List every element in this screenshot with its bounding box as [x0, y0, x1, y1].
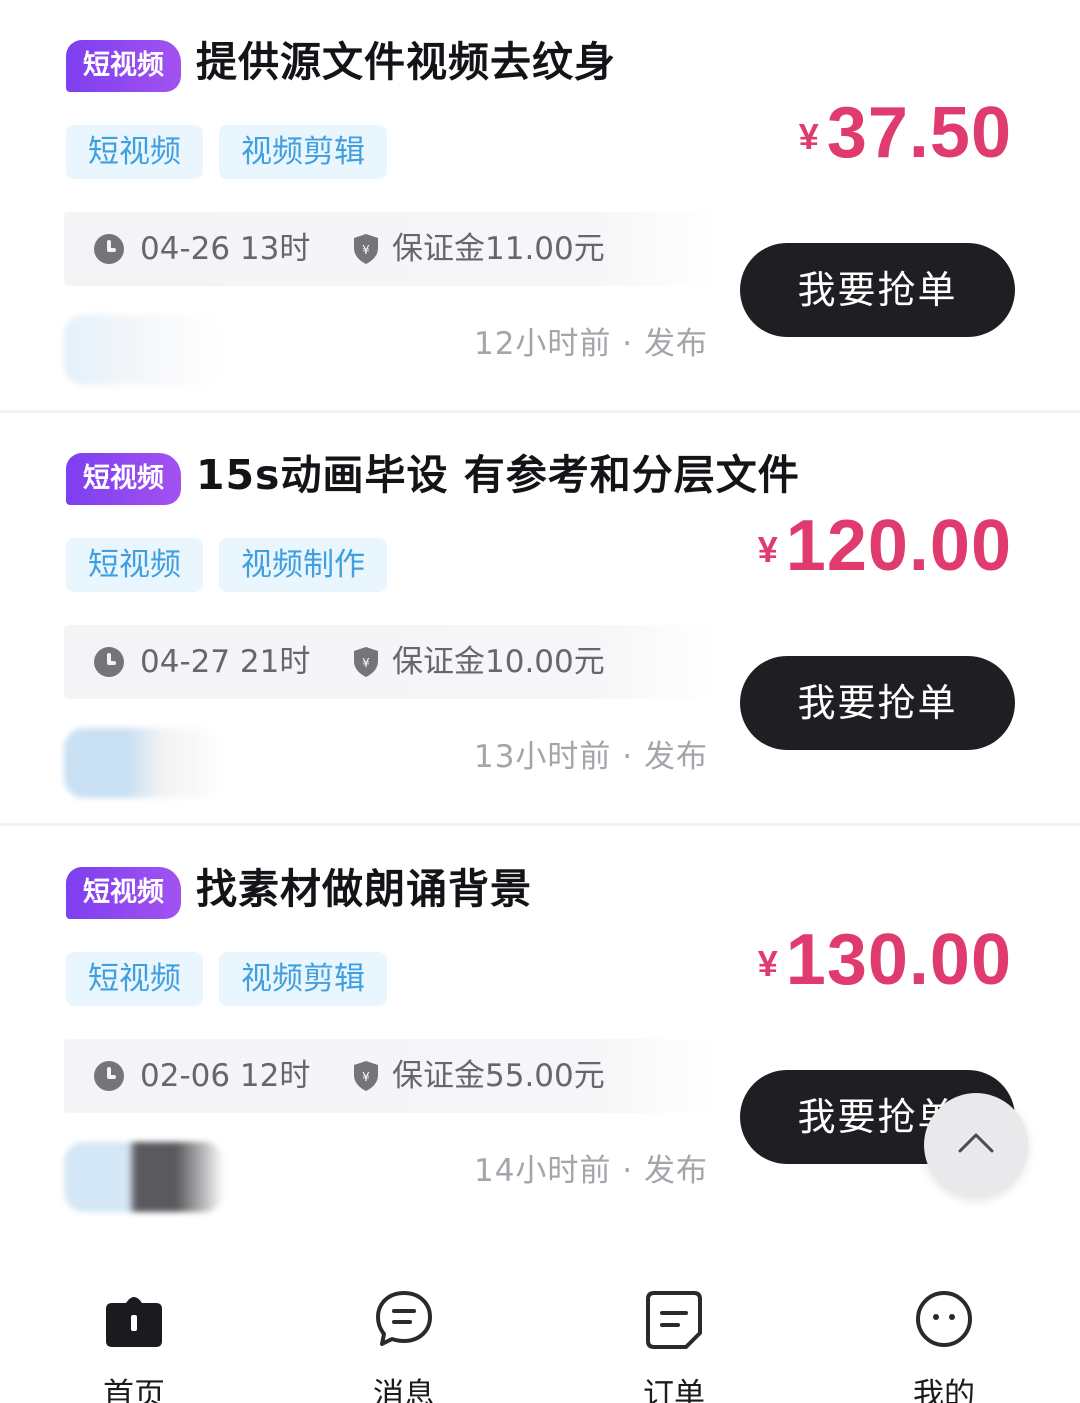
grab-order-button[interactable]: 我要抢单 [740, 656, 1015, 750]
clock-icon [94, 647, 124, 677]
tag: 视频剪辑 [219, 125, 387, 179]
price: ¥120.00 [758, 505, 1012, 587]
listing-title: 找素材做朗诵背景 [196, 865, 532, 913]
svg-text:¥: ¥ [362, 243, 370, 257]
deposit: 保证金10.00元 [392, 644, 605, 680]
tab-home[interactable]: 首页 [54, 1243, 214, 1403]
avatar [64, 315, 224, 385]
listing-title: 15s动画毕设 有参考和分层文件 [196, 451, 800, 499]
tab-label: 首页 [103, 1377, 165, 1403]
listing-title: 提供源文件视频去纹身 [196, 38, 616, 86]
tab-profile[interactable]: 我的 [864, 1243, 1024, 1403]
tab-label: 订单 [643, 1377, 705, 1403]
chevron-up-icon [958, 1133, 994, 1153]
currency-symbol: ¥ [757, 529, 778, 570]
tag: 短视频 [66, 952, 203, 1006]
scroll-to-top-button[interactable] [924, 1093, 1028, 1197]
tag: 短视频 [66, 538, 203, 592]
listing-info: 04-27 21时 ¥ 保证金10.00元 [64, 625, 719, 699]
profile-icon [916, 1291, 972, 1347]
tag: 视频制作 [219, 538, 387, 592]
divider [0, 823, 1080, 826]
deadline-time: 04-26 13时 [140, 231, 311, 267]
listing-card[interactable]: 短视频 提供源文件视频去纹身 短视频 视频剪辑 ¥37.50 04-26 13时… [0, 0, 1080, 413]
currency-symbol: ¥ [798, 116, 819, 157]
posted-time: 12小时前 · 发布 [473, 326, 708, 362]
price: ¥130.00 [758, 919, 1012, 1001]
tab-messages[interactable]: 消息 [324, 1243, 484, 1403]
price: ¥37.50 [799, 92, 1012, 174]
price-amount: 120.00 [785, 506, 1012, 586]
grab-order-button[interactable]: 我要抢单 [740, 243, 1015, 337]
deadline-time: 04-27 21时 [140, 644, 311, 680]
svg-text:¥: ¥ [362, 1070, 370, 1084]
listing-info: 04-26 13时 ¥ 保证金11.00元 [64, 212, 719, 286]
clock-icon [94, 1061, 124, 1091]
bottom-tab-bar: 首页 消息 订单 我的 [0, 1243, 1080, 1403]
category-badge: 短视频 [66, 40, 181, 92]
tag: 短视频 [66, 125, 203, 179]
listing-card[interactable]: 短视频 15s动画毕设 有参考和分层文件 短视频 视频制作 ¥120.00 04… [0, 413, 1080, 826]
svg-text:¥: ¥ [362, 656, 370, 670]
shield-icon: ¥ [354, 234, 378, 264]
shield-icon: ¥ [354, 647, 378, 677]
listing-info: 02-06 12时 ¥ 保证金55.00元 [64, 1039, 719, 1113]
home-icon [106, 1297, 162, 1347]
order-icon [646, 1291, 702, 1349]
tab-label: 我的 [913, 1377, 975, 1403]
tab-orders[interactable]: 订单 [594, 1243, 754, 1403]
clock-icon [94, 234, 124, 264]
tag: 视频剪辑 [219, 952, 387, 1006]
deposit: 保证金55.00元 [392, 1058, 605, 1094]
deposit: 保证金11.00元 [392, 231, 605, 267]
listing-card[interactable]: 短视频 找素材做朗诵背景 短视频 视频剪辑 ¥130.00 02-06 12时 … [0, 827, 1080, 1240]
price-amount: 130.00 [785, 920, 1012, 1000]
posted-time: 14小时前 · 发布 [473, 1153, 708, 1189]
avatar [64, 728, 224, 798]
category-badge: 短视频 [66, 453, 181, 505]
category-badge: 短视频 [66, 867, 181, 919]
deadline-time: 02-06 12时 [140, 1058, 311, 1094]
currency-symbol: ¥ [757, 943, 778, 984]
message-icon [376, 1291, 432, 1346]
tab-label: 消息 [373, 1377, 435, 1403]
posted-time: 13小时前 · 发布 [473, 739, 708, 775]
avatar [64, 1142, 224, 1212]
price-amount: 37.50 [826, 93, 1012, 173]
shield-icon: ¥ [354, 1061, 378, 1091]
